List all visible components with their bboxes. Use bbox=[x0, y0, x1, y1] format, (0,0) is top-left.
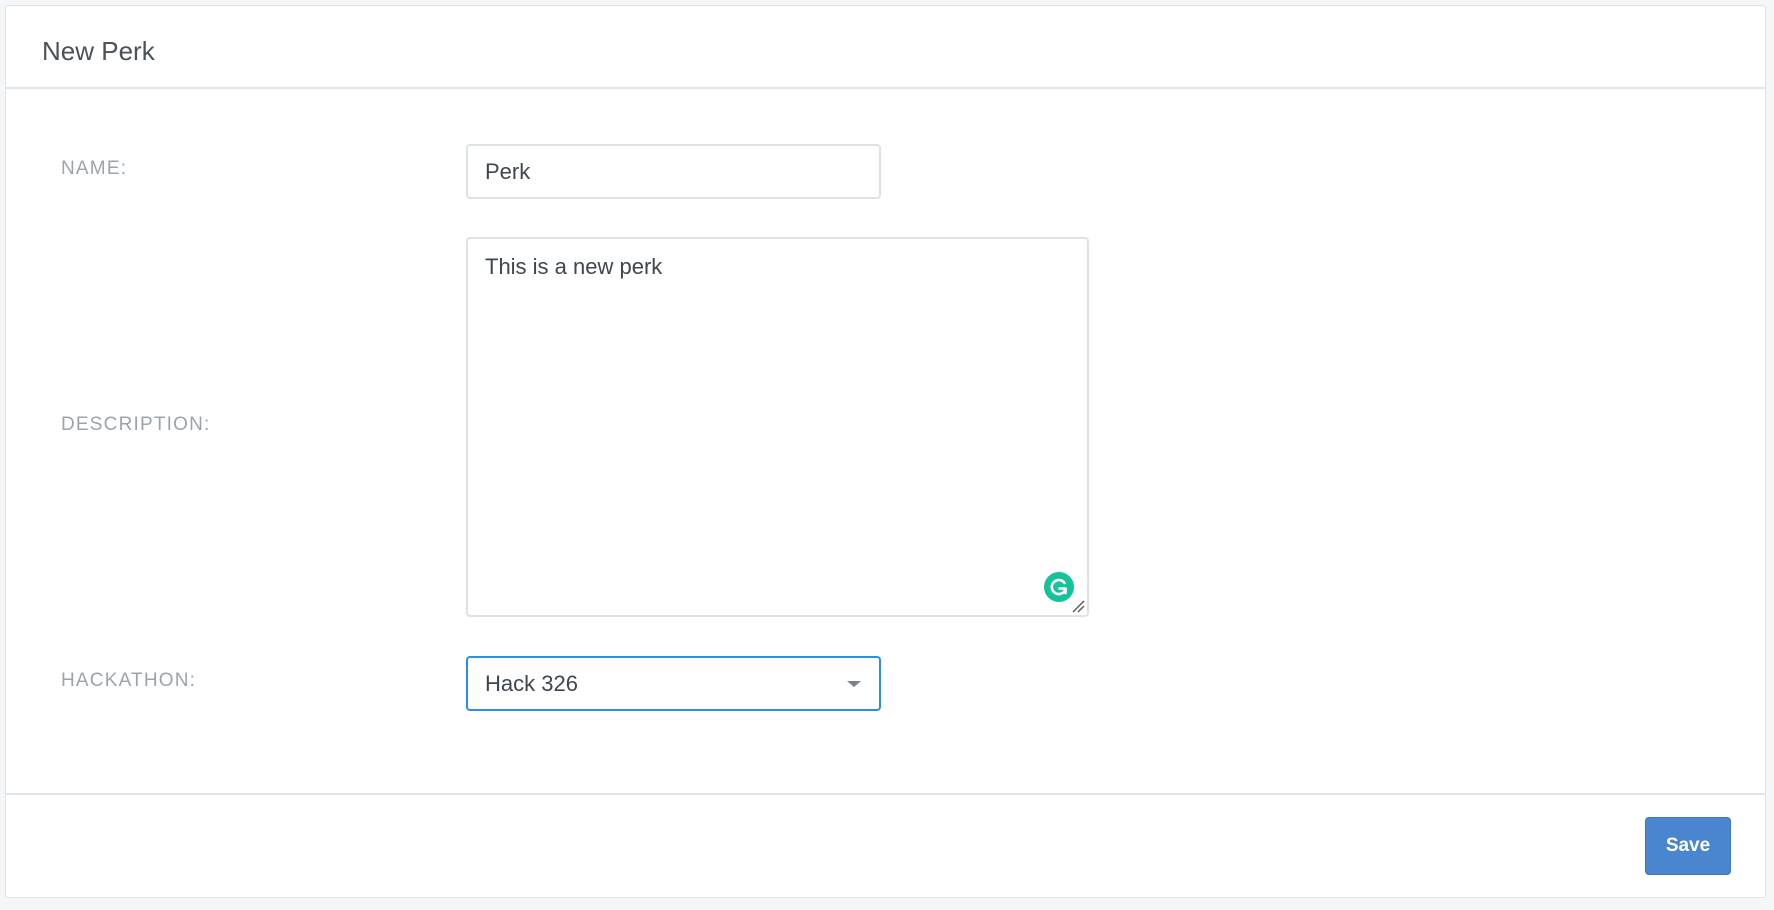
card-footer: Save bbox=[6, 793, 1765, 897]
resize-handle-icon[interactable] bbox=[1071, 599, 1085, 613]
page-title: New Perk bbox=[42, 36, 155, 66]
card-header: New Perk bbox=[6, 6, 1765, 89]
hackathon-selected-value: Hack 326 bbox=[485, 671, 578, 696]
grammarly-icon[interactable] bbox=[1044, 572, 1074, 602]
description-text: This is a new perk bbox=[485, 254, 663, 279]
description-textarea[interactable]: This is a new perk bbox=[466, 237, 1089, 617]
save-button[interactable]: Save bbox=[1645, 817, 1731, 875]
name-label: NAME: bbox=[61, 158, 128, 179]
new-perk-card: New Perk NAME: Perk DESCRIPTION: This is… bbox=[5, 5, 1766, 898]
hackathon-select[interactable]: Hack 326 bbox=[466, 656, 881, 711]
description-label: DESCRIPTION: bbox=[61, 414, 211, 435]
hackathon-label: HACKATHON: bbox=[61, 670, 197, 691]
name-input[interactable]: Perk bbox=[466, 144, 881, 199]
chevron-down-icon bbox=[847, 681, 861, 687]
